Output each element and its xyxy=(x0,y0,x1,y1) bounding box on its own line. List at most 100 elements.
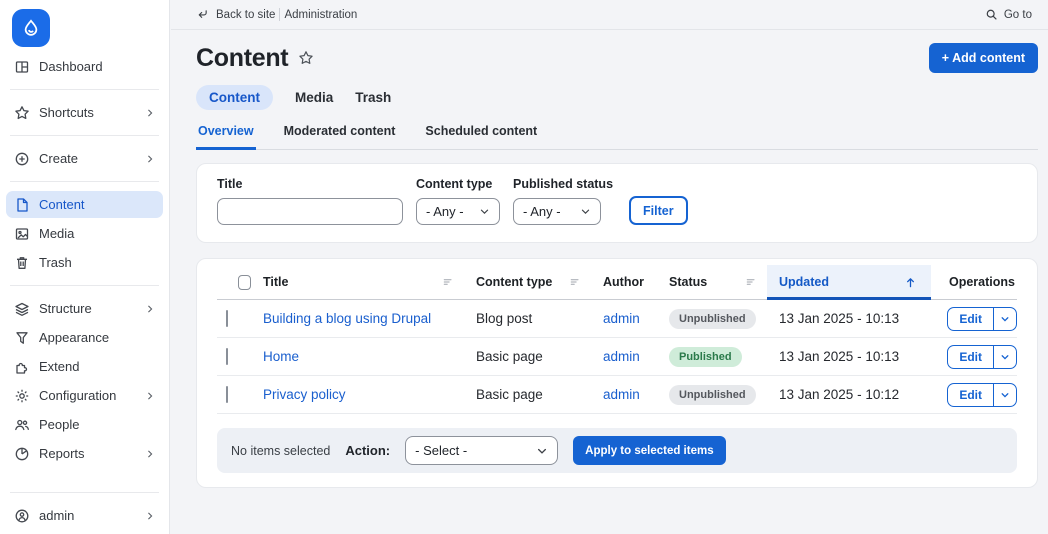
puzzle-icon xyxy=(14,359,30,375)
content-type-select[interactable]: - Any - xyxy=(416,198,500,225)
selection-status-text: No items selected xyxy=(231,444,330,458)
published-status-select-value: - Any - xyxy=(523,204,561,219)
sidebar-item-people[interactable]: People xyxy=(6,411,163,438)
content-type-filter-label: Content type xyxy=(416,177,500,191)
filters-panel: Title Content type - Any - Published sta… xyxy=(196,163,1038,243)
published-status-select[interactable]: - Any - xyxy=(513,198,601,225)
row-checkbox[interactable] xyxy=(226,348,228,365)
sidebar-item-extend[interactable]: Extend xyxy=(6,353,163,380)
add-content-button[interactable]: + Add content xyxy=(929,43,1038,73)
tab-trash[interactable]: Trash xyxy=(355,90,391,105)
content-title-link[interactable]: Building a blog using Drupal xyxy=(263,311,431,326)
logo-wrap xyxy=(0,0,169,52)
sidebar-item-trash[interactable]: Trash xyxy=(6,249,163,276)
sidebar-item-label: Extend xyxy=(39,359,79,374)
sidebar-item-media[interactable]: Media xyxy=(6,220,163,247)
column-header-title[interactable]: Title xyxy=(251,265,464,299)
edit-button[interactable]: Edit xyxy=(948,308,993,330)
author-link[interactable]: admin xyxy=(603,311,640,326)
drupal-logo[interactable] xyxy=(12,9,50,47)
search-icon xyxy=(985,8,998,21)
content-title-link[interactable]: Privacy policy xyxy=(263,387,346,402)
sidebar-item-label: Dashboard xyxy=(39,59,103,74)
content-table: Title Content type Author Status xyxy=(196,258,1038,488)
row-checkbox[interactable] xyxy=(226,310,228,327)
edit-split-button: Edit xyxy=(947,307,1017,331)
chevron-right-icon xyxy=(145,108,155,118)
bulk-action-select[interactable]: - Select - xyxy=(405,436,558,465)
tab-scheduled-content[interactable]: Scheduled content xyxy=(423,124,539,149)
updated-cell: 13 Jan 2025 - 10:12 xyxy=(767,387,931,402)
sidebar-item-dashboard[interactable]: Dashboard xyxy=(6,53,163,80)
sort-lines-icon xyxy=(745,276,757,288)
sidebar-item-label: Structure xyxy=(39,301,92,316)
chevron-down-icon xyxy=(580,206,591,217)
chevron-down-icon[interactable] xyxy=(993,384,1016,406)
back-to-site-link[interactable]: Back to site xyxy=(196,8,275,21)
content-type-select-value: - Any - xyxy=(426,204,464,219)
column-header-status[interactable]: Status xyxy=(657,265,767,299)
chevron-right-icon xyxy=(145,511,155,521)
bookmark-star-icon[interactable] xyxy=(298,50,314,66)
sidebar-item-label: People xyxy=(39,417,79,432)
edit-button[interactable]: Edit xyxy=(948,346,993,368)
tab-content[interactable]: Content xyxy=(196,85,273,110)
filter-button[interactable]: Filter xyxy=(629,196,688,225)
chevron-down-icon[interactable] xyxy=(993,346,1016,368)
divider xyxy=(10,285,159,286)
tab-media[interactable]: Media xyxy=(295,90,333,105)
content-type-cell: Basic page xyxy=(464,349,591,364)
tab-moderated-content[interactable]: Moderated content xyxy=(282,124,398,149)
trash-icon xyxy=(14,255,30,271)
breadcrumb[interactable]: Administration xyxy=(284,9,357,21)
title-filter-input[interactable] xyxy=(217,198,403,225)
return-arrow-icon xyxy=(196,8,209,21)
appearance-icon xyxy=(14,330,30,346)
chevron-right-icon xyxy=(145,154,155,164)
sidebar-item-admin-account[interactable]: admin xyxy=(6,502,163,529)
table-row: Building a blog using Drupal Blog post a… xyxy=(217,300,1017,338)
column-header-content-type[interactable]: Content type xyxy=(464,265,591,299)
content-type-cell: Basic page xyxy=(464,387,591,402)
sidebar-item-label: Shortcuts xyxy=(39,105,94,120)
select-all-checkbox[interactable] xyxy=(238,275,251,290)
chevron-down-icon[interactable] xyxy=(993,308,1016,330)
column-header-author[interactable]: Author xyxy=(591,265,657,299)
chevron-right-icon xyxy=(145,391,155,401)
goto-search[interactable]: Go to xyxy=(985,8,1032,21)
sort-lines-icon xyxy=(442,276,454,288)
content-type-cell: Blog post xyxy=(464,311,591,326)
sidebar-item-configuration[interactable]: Configuration xyxy=(6,382,163,409)
author-link[interactable]: admin xyxy=(603,387,640,402)
edit-button[interactable]: Edit xyxy=(948,384,993,406)
sort-ascending-arrow-icon xyxy=(904,276,917,289)
gear-icon xyxy=(14,388,30,404)
column-header-updated[interactable]: Updated xyxy=(767,265,931,299)
tab-overview[interactable]: Overview xyxy=(196,124,256,150)
apply-to-selected-button[interactable]: Apply to selected items xyxy=(573,436,725,465)
sidebar-item-structure[interactable]: Structure xyxy=(6,295,163,322)
chevron-right-icon xyxy=(145,449,155,459)
updated-cell: 13 Jan 2025 - 10:13 xyxy=(767,349,931,364)
chevron-down-icon xyxy=(479,206,490,217)
sidebar-item-content[interactable]: Content xyxy=(6,191,163,218)
sidebar-item-appearance[interactable]: Appearance xyxy=(6,324,163,351)
secondary-tabs: Overview Moderated content Scheduled con… xyxy=(196,124,1038,150)
image-icon xyxy=(14,226,30,242)
divider xyxy=(10,135,159,136)
sidebar-item-reports[interactable]: Reports xyxy=(6,440,163,467)
plus-circle-icon xyxy=(14,151,30,167)
sidebar-item-create[interactable]: Create xyxy=(6,145,163,172)
content-title-link[interactable]: Home xyxy=(263,349,299,364)
main-area: Back to site Administration Go to Conten… xyxy=(171,0,1048,534)
divider xyxy=(10,89,159,90)
row-checkbox[interactable] xyxy=(226,386,228,403)
sidebar-item-label: Media xyxy=(39,226,74,241)
status-badge: Unpublished xyxy=(669,385,756,405)
sidebar: Dashboard Shortcuts Create xyxy=(0,0,170,534)
author-link[interactable]: admin xyxy=(603,349,640,364)
sidebar-item-label: Appearance xyxy=(39,330,109,345)
sidebar-item-shortcuts[interactable]: Shortcuts xyxy=(6,99,163,126)
toolbar-separator xyxy=(279,8,280,21)
document-icon xyxy=(14,197,30,213)
